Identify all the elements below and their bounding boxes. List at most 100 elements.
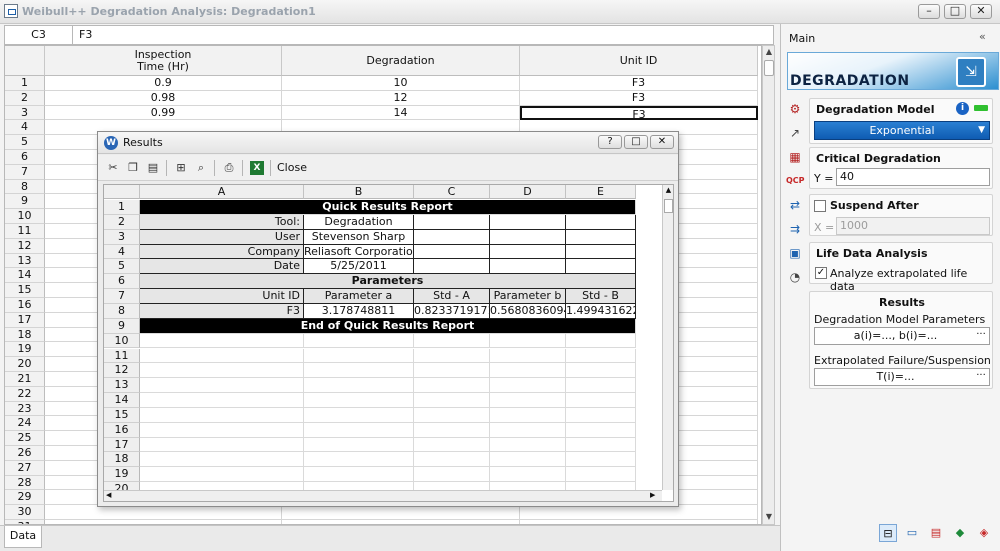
critical-degradation-input[interactable]: 40 <box>836 168 990 186</box>
transfer-icon[interactable]: ⇄ <box>786 196 804 214</box>
grid-row-header[interactable]: 15 <box>5 283 45 298</box>
sheet-cell[interactable] <box>304 422 414 438</box>
sheet-cell[interactable] <box>140 393 304 408</box>
grid-cell[interactable]: 0.98 <box>45 90 282 106</box>
results-title-bar[interactable]: W Results ? □ ✕ <box>98 132 678 154</box>
grid-row-header[interactable]: 11 <box>5 224 45 239</box>
sheet-cell[interactable] <box>566 407 636 423</box>
parameter-value[interactable]: 0.8233719171 <box>414 303 490 319</box>
sheet-column-header[interactable]: C <box>414 185 490 199</box>
grid-cell[interactable]: 14 <box>282 105 520 121</box>
sheet-cell[interactable] <box>140 363 304 379</box>
scroll-down-arrow[interactable]: ▼ <box>764 512 774 522</box>
maximize-button[interactable]: □ <box>944 4 966 19</box>
report-value[interactable]: 5/25/2011 <box>304 259 414 275</box>
sheet-cell[interactable] <box>140 407 304 423</box>
cell-value-input[interactable]: F3 <box>79 26 92 44</box>
paste-icon[interactable]: ▤ <box>146 161 160 175</box>
cut-icon[interactable]: ✂ <box>106 161 120 175</box>
sheet-row-header[interactable]: 13 <box>104 378 140 394</box>
grid-row-header[interactable]: 30 <box>5 505 45 520</box>
sheet-cell[interactable] <box>566 393 636 408</box>
grid-column-header[interactable]: Inspection Time (Hr) <box>45 46 282 76</box>
qcp-icon[interactable]: QCP <box>786 172 805 190</box>
print-preview-icon[interactable]: ⌕ <box>194 161 208 175</box>
sheet-cell[interactable] <box>140 467 304 483</box>
grid-row-header[interactable]: 4 <box>5 120 45 136</box>
sheet-cell[interactable] <box>304 407 414 423</box>
sheet-row-header[interactable]: 18 <box>104 452 140 468</box>
sheet-cell[interactable] <box>414 378 490 394</box>
results-close-button[interactable]: ✕ <box>650 135 674 149</box>
sheet-cell[interactable] <box>566 467 636 483</box>
sheet-cell[interactable] <box>490 407 566 423</box>
report-icon[interactable]: ▦ <box>786 148 804 166</box>
sheet-row-header[interactable]: 19 <box>104 467 140 483</box>
sheet-row-header[interactable]: 10 <box>104 333 140 349</box>
grid-row-header[interactable]: 6 <box>5 150 45 165</box>
grid-row-header[interactable]: 25 <box>5 431 45 446</box>
grid-row-header[interactable]: 3 <box>5 105 45 121</box>
sheet-column-header[interactable]: A <box>140 185 304 199</box>
suspend-after-input[interactable]: 1000 <box>836 217 990 235</box>
parameter-value[interactable]: F3 <box>140 303 304 319</box>
grid-cell[interactable]: F3 <box>520 90 758 106</box>
grid-row-header[interactable]: 27 <box>5 460 45 476</box>
grid-row-header[interactable]: 17 <box>5 312 45 328</box>
sheet-cell[interactable] <box>140 437 304 453</box>
sheet-cell[interactable] <box>414 407 490 423</box>
degradation-model-dropdown[interactable]: Exponential ▼ <box>814 121 990 140</box>
sheet-cell[interactable] <box>566 348 636 364</box>
close-button[interactable]: ✕ <box>970 4 992 19</box>
sheet-vertical-scrollbar[interactable]: ▲ <box>662 185 673 490</box>
grid-row-header[interactable]: 7 <box>5 164 45 180</box>
sheet-cell[interactable] <box>414 259 490 275</box>
sheet-cell[interactable] <box>566 422 636 438</box>
grid-cell[interactable]: F3 <box>520 76 758 91</box>
sheet-row-header[interactable]: 8 <box>104 303 140 319</box>
sheet-row-header[interactable]: 3 <box>104 229 140 245</box>
suspend-after-checkbox[interactable] <box>814 200 826 212</box>
sheet-row-header[interactable]: 5 <box>104 259 140 275</box>
sheet-cell[interactable] <box>566 244 636 260</box>
grid-row-header[interactable]: 24 <box>5 416 45 432</box>
sheet-row-header[interactable]: 6 <box>104 274 140 290</box>
grid-row-header[interactable]: 9 <box>5 194 45 210</box>
grid-row-header[interactable]: 14 <box>5 268 45 284</box>
close-results-button[interactable]: Close <box>277 161 307 174</box>
grid-row-header[interactable]: 8 <box>5 179 45 195</box>
sheet-cell[interactable] <box>304 467 414 483</box>
grid-cell[interactable]: 0.9 <box>45 76 282 91</box>
parameter-value[interactable]: 3.178748811 <box>304 303 414 319</box>
sheet-cell[interactable] <box>490 437 566 453</box>
grid-row-header[interactable]: 19 <box>5 342 45 358</box>
grid-cell[interactable]: 10 <box>282 76 520 91</box>
sheet-cell[interactable] <box>414 244 490 260</box>
sheet-scroll-thumb[interactable] <box>664 199 673 213</box>
sheet-cell[interactable] <box>490 422 566 438</box>
sheet-cell[interactable] <box>490 467 566 483</box>
results-sheet[interactable]: A B C D E 1 2 3 4 5 6 7 8 9 10 11 12 13 14 15 16 17 18 19 20 Quic… <box>103 184 674 502</box>
grid-row-header[interactable]: 5 <box>5 135 45 150</box>
sheet-cell[interactable] <box>490 378 566 394</box>
sheet-cell[interactable] <box>566 259 636 275</box>
sheet-row-header[interactable]: 16 <box>104 422 140 438</box>
grid-row-header[interactable]: 10 <box>5 209 45 224</box>
grid-row-header[interactable]: 20 <box>5 357 45 372</box>
sheet-cell[interactable] <box>490 229 566 245</box>
restore-button[interactable]: □ <box>624 135 648 149</box>
sheet-row-header[interactable]: 4 <box>104 244 140 260</box>
sheet-cell[interactable] <box>414 393 490 408</box>
print-icon[interactable]: ⎙ <box>222 161 236 175</box>
sheet-cell[interactable] <box>304 452 414 468</box>
sheet-cell[interactable] <box>140 378 304 394</box>
copy-icon[interactable]: ❐ <box>126 161 140 175</box>
sheet-cell[interactable] <box>140 422 304 438</box>
sheet-scroll-right-arrow[interactable]: ▶ <box>650 491 655 499</box>
report-value[interactable]: Degradation <box>304 214 414 230</box>
sheet-cell[interactable] <box>140 348 304 364</box>
sheet-view-icon[interactable]: ⊟ <box>879 524 897 542</box>
sheet-row-header[interactable]: 2 <box>104 214 140 230</box>
sheet-cell[interactable] <box>414 363 490 379</box>
extrapolated-times-field[interactable]: T(i)=... ··· <box>814 368 990 386</box>
